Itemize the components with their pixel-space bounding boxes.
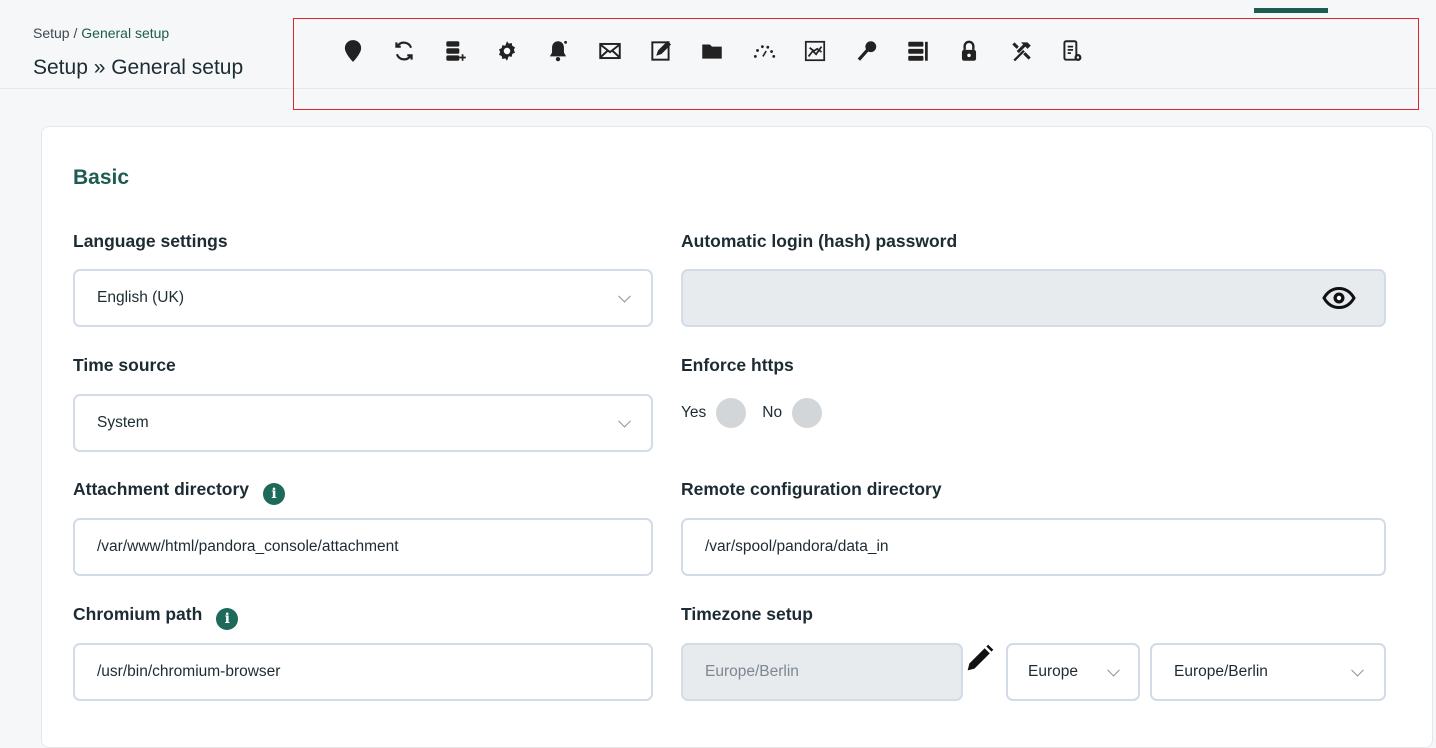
info-icon[interactable]: i [263, 483, 286, 505]
setup-toolbar [293, 18, 1419, 110]
section-title: Basic [73, 166, 130, 189]
attachment-dir-value: /var/www/html/pandora_console/attachment [97, 538, 399, 555]
report-settings-icon[interactable] [1046, 33, 1097, 69]
timezone-label: Timezone setup [681, 604, 813, 624]
database-add-icon[interactable] [430, 33, 481, 69]
chromium-path-label: Chromium path i [73, 604, 239, 630]
breadcrumb: Setup / General setup [33, 25, 169, 41]
gauge-icon[interactable] [738, 33, 789, 69]
chromium-path-label-text: Chromium path [73, 604, 203, 624]
yes-label: Yes [681, 404, 707, 421]
edit-note-icon[interactable] [635, 33, 686, 69]
language-value: English (UK) [97, 289, 184, 306]
language-label: Language settings [73, 231, 228, 251]
bell-icon[interactable] [533, 33, 584, 69]
sync-icon[interactable] [378, 33, 429, 69]
mail-icon[interactable] [584, 33, 635, 69]
page-title: Setup » General setup [33, 56, 244, 79]
remote-config-dir-input[interactable]: /var/spool/pandora/data_in [681, 518, 1386, 576]
key-icon[interactable] [841, 33, 892, 69]
attachment-dir-label: Attachment directory i [73, 479, 286, 505]
timezone-current-value: Europe/Berlin [705, 663, 799, 680]
lock-icon[interactable] [944, 33, 995, 69]
pencil-icon[interactable] [962, 642, 996, 676]
chevron-down-icon [1351, 663, 1364, 677]
chart-icon[interactable] [790, 33, 841, 69]
attachment-dir-label-text: Attachment directory [73, 479, 250, 499]
timezone-zone-select[interactable]: Europe/Berlin [1150, 643, 1386, 701]
folder-icon[interactable] [687, 33, 738, 69]
yes-radio[interactable] [716, 398, 747, 428]
remote-config-dir-value: /var/spool/pandora/data_in [705, 538, 889, 555]
server-list-icon[interactable] [892, 33, 943, 69]
timezone-region-select[interactable]: Europe [1006, 643, 1140, 701]
autologin-password-input[interactable] [681, 269, 1386, 327]
chromium-path-input[interactable]: /usr/bin/chromium-browser [73, 643, 653, 701]
autologin-label: Automatic login (hash) password [681, 231, 958, 251]
eye-icon[interactable] [1322, 286, 1356, 310]
tools-icon[interactable] [995, 33, 1046, 69]
breadcrumb-separator: / [69, 25, 82, 41]
no-label: No [762, 404, 783, 421]
chevron-down-icon [618, 289, 631, 303]
enforce-https-label: Enforce https [681, 355, 794, 375]
breadcrumb-parent[interactable]: Setup [33, 25, 70, 41]
time-source-select[interactable]: System [73, 394, 653, 452]
timezone-region-value: Europe [1028, 663, 1078, 680]
timezone-current-input: Europe/Berlin [681, 643, 963, 701]
breadcrumb-current[interactable]: General setup [81, 25, 169, 41]
time-source-label: Time source [73, 355, 176, 375]
chromium-path-value: /usr/bin/chromium-browser [97, 663, 281, 680]
language-select[interactable]: English (UK) [73, 269, 653, 327]
chevron-down-icon [1107, 663, 1120, 677]
info-icon[interactable]: i [216, 608, 239, 630]
remote-config-dir-label: Remote configuration directory [681, 479, 942, 499]
time-source-value: System [97, 414, 149, 431]
active-tab-indicator [1254, 8, 1328, 13]
timezone-zone-value: Europe/Berlin [1174, 663, 1268, 680]
chevron-down-icon [618, 414, 631, 428]
no-radio[interactable] [792, 398, 823, 428]
attachment-dir-input[interactable]: /var/www/html/pandora_console/attachment [73, 518, 653, 576]
location-pin-icon[interactable] [327, 33, 378, 69]
enforce-https-options: Yes No [681, 398, 838, 428]
gear-icon[interactable] [481, 33, 532, 69]
